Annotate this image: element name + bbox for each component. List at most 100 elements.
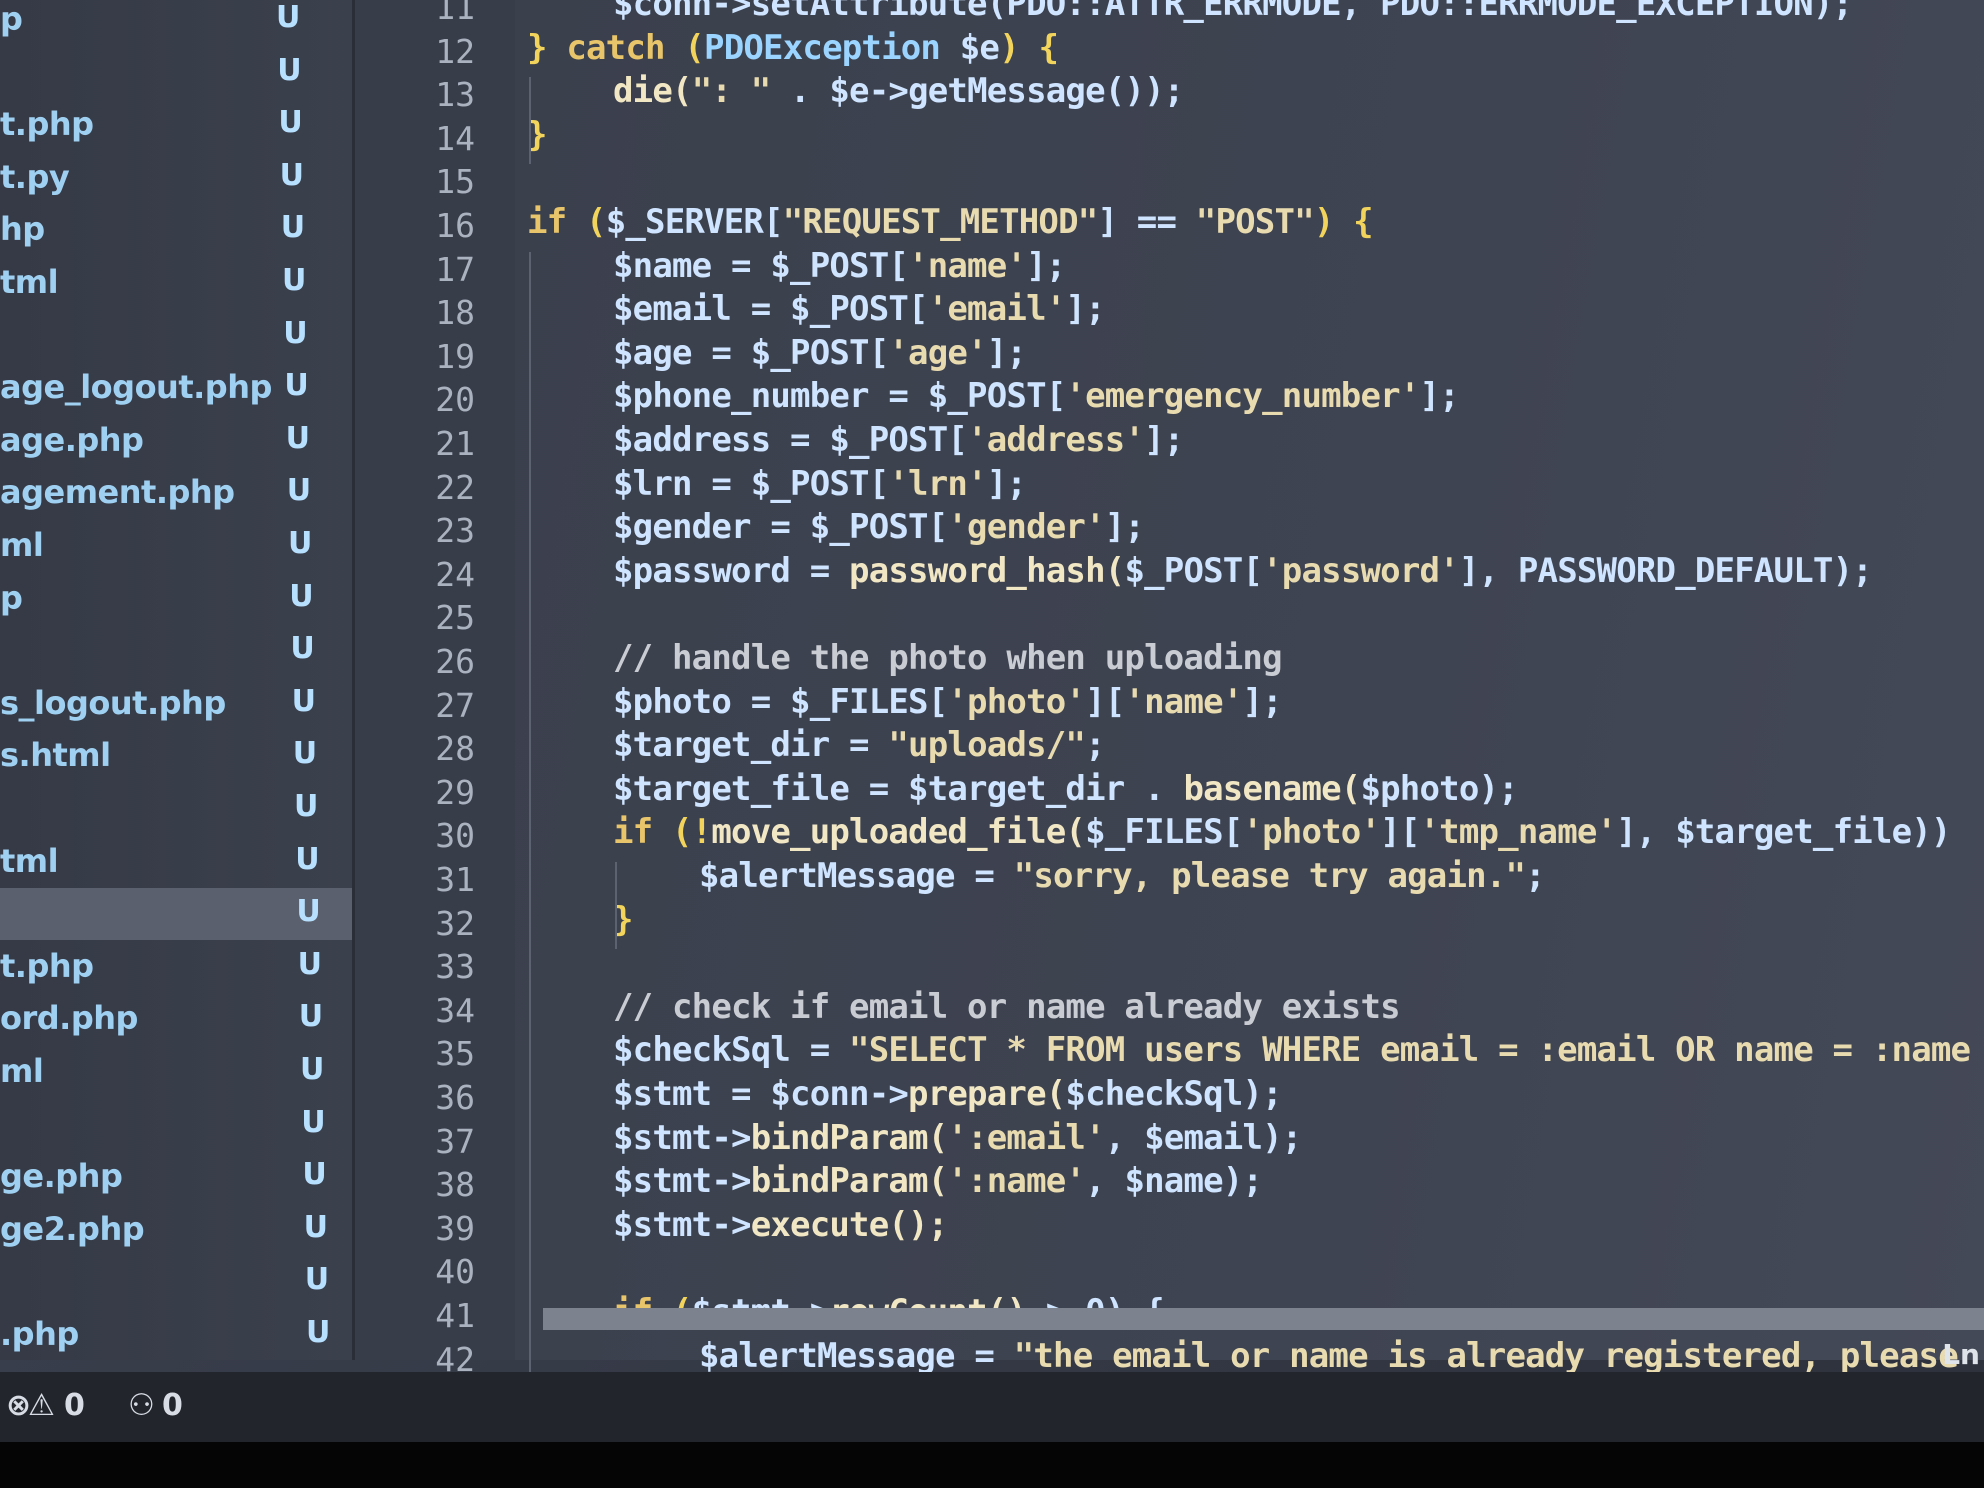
code-line[interactable]: $gender = $_POST['gender']; <box>613 507 1145 547</box>
git-untracked-badge: U <box>284 368 309 404</box>
code-token: execute(); <box>750 1204 949 1245</box>
sidebar-file-name: age.php <box>0 420 144 459</box>
code-line[interactable]: $stmt = $conn->prepare($checkSql); <box>613 1074 1283 1114</box>
line-number: 11 <box>435 0 475 27</box>
code-token: ]; <box>1065 289 1105 330</box>
code-line[interactable]: $photo = $_FILES['photo']['name']; <box>613 681 1283 722</box>
line-number: 13 <box>435 75 475 115</box>
code-token: $address = $_POST[ <box>613 420 968 460</box>
sidebar-file-row[interactable]: s.html U <box>0 730 352 782</box>
sidebar-file-row[interactable]: t.php U <box>0 99 352 151</box>
explorer-sidebar[interactable]: p U Ut.php Ut.py Uhp Utml U Uage_logout.php Uage… <box>0 0 355 1360</box>
code-line[interactable]: $phone_number = $_POST['emergency_number… <box>613 376 1460 417</box>
sidebar-file-row[interactable]: t.php U <box>0 941 352 993</box>
sidebar-file-row[interactable]: .php U <box>0 1309 352 1361</box>
sidebar-file-row[interactable]: U <box>0 888 352 941</box>
sidebar-file-row[interactable]: age.php U <box>0 415 352 467</box>
code-editor[interactable]: $conn->setAttribute(PDO::ATTR_ERRMODE, P… <box>515 0 1984 1386</box>
code-token: if <box>613 812 673 853</box>
sidebar-file-name: t.php <box>0 105 94 144</box>
code-line[interactable]: $lrn = $_POST['lrn']; <box>613 464 1027 504</box>
code-token: } <box>527 27 567 68</box>
code-line[interactable]: die(": " . $e->getMessage()); <box>613 71 1184 111</box>
code-line[interactable]: $alertMessage = "sorry, please try again… <box>699 856 1546 896</box>
code-token: ]; <box>1144 420 1184 460</box>
code-line[interactable]: $target_dir = "uploads/"; <box>613 725 1106 765</box>
code-token: ]; <box>1419 376 1459 417</box>
horizontal-scrollbar[interactable] <box>543 1308 1984 1330</box>
sidebar-file-name: s.html <box>0 736 111 775</box>
sidebar-file-row[interactable]: U <box>0 1256 352 1308</box>
code-line[interactable]: // check if email or name already exists <box>613 986 1401 1027</box>
code-line[interactable]: $password = password_hash($_POST['passwo… <box>613 550 1873 591</box>
cursor-position-label[interactable]: Ln <box>1942 1338 1980 1371</box>
code-line[interactable]: if ($_SERVER["REQUEST_METHOD"] == "POST"… <box>527 202 1374 242</box>
sidebar-file-row[interactable]: ord.php U <box>0 993 352 1045</box>
code-line[interactable]: $age = $_POST['age']; <box>613 332 1027 373</box>
sidebar-file-row[interactable]: pU <box>0 0 352 46</box>
code-line[interactable]: $stmt->execute(); <box>613 1204 949 1245</box>
code-line[interactable]: } catch (PDOException $e) { <box>527 27 1059 68</box>
line-number: 34 <box>435 990 475 1030</box>
sidebar-file-name: .php <box>0 1315 79 1353</box>
line-number: 31 <box>435 860 475 899</box>
line-number: 39 <box>435 1208 475 1248</box>
code-line[interactable]: $stmt->bindParam(':name', $name); <box>613 1161 1263 1201</box>
code-line[interactable]: $target_file = $target_dir . basename($p… <box>613 768 1519 809</box>
sidebar-file-row[interactable]: ml U <box>0 1046 352 1098</box>
git-untracked-badge: U <box>276 0 301 35</box>
code-line[interactable]: $alertMessage = "the email or name is al… <box>699 1336 1959 1376</box>
code-token: $email = $_POST[ <box>613 289 929 330</box>
code-line[interactable]: $address = $_POST['address']; <box>613 420 1184 460</box>
warning-count[interactable]: 0 <box>64 1388 85 1423</box>
code-token: ][ <box>1085 681 1125 722</box>
line-number: 22 <box>435 467 475 507</box>
sidebar-file-row[interactable]: hp U <box>0 204 352 256</box>
code-line[interactable]: $name = $_POST['name']; <box>613 246 1066 286</box>
sidebar-file-row[interactable]: U <box>0 310 352 362</box>
code-token: 'age' <box>888 332 987 373</box>
code-line[interactable]: if (!move_uploaded_file($_FILES['photo']… <box>613 812 1951 852</box>
code-token: ( <box>586 202 606 242</box>
sidebar-file-row[interactable]: tml U <box>0 836 352 888</box>
sidebar-file-row[interactable]: U <box>0 47 352 99</box>
code-token: $stmt = $conn-> <box>613 1074 909 1114</box>
line-number-gutter: 11 12 13 14 15 16 17 18 19 20 21 22 23 24 25 26 27 28 29 30… <box>355 0 515 1379</box>
ports-count[interactable]: 0 <box>162 1388 183 1423</box>
warning-icon[interactable]: ⚠ <box>28 1388 55 1423</box>
code-line[interactable]: $checkSql = "SELECT * FROM users WHERE e… <box>613 1030 1971 1070</box>
sidebar-file-row[interactable]: pU <box>0 573 352 625</box>
sidebar-file-row[interactable]: s_logout.php U <box>0 678 352 730</box>
sidebar-file-row[interactable]: ge.php U <box>0 1151 352 1203</box>
code-token: ':email' <box>947 1117 1105 1158</box>
code-token: // check if email or name already exists <box>613 986 1401 1027</box>
code-line[interactable]: $stmt->bindParam(':email', $email); <box>613 1117 1303 1158</box>
code-line[interactable]: $conn->setAttribute(PDO::ATTR_ERRMODE, P… <box>613 0 1853 24</box>
code-token: "POST" <box>1195 202 1315 242</box>
sidebar-file-row[interactable]: age_logout.php U <box>0 362 352 414</box>
sidebar-file-row[interactable]: tml U <box>0 257 352 309</box>
git-untracked-badge: U <box>289 578 314 614</box>
code-token: prepare( <box>908 1074 1066 1114</box>
ports-icon[interactable]: ⚇ <box>128 1388 155 1423</box>
sidebar-file-row[interactable]: t.py U <box>0 152 352 204</box>
code-token: $stmt-> <box>613 1204 752 1245</box>
indent-guide <box>615 862 617 950</box>
code-line[interactable]: $email = $_POST['email']; <box>613 289 1106 330</box>
git-untracked-badge: U <box>280 210 306 246</box>
sidebar-file-row[interactable]: ge2.php U <box>0 1204 352 1256</box>
code-token: "REQUEST_METHOD" <box>782 202 1099 242</box>
code-token: , $email); <box>1104 1117 1303 1158</box>
sidebar-file-row[interactable]: ml U <box>0 520 352 572</box>
sidebar-file-row[interactable]: U <box>0 625 352 677</box>
line-number: 26 <box>435 642 475 681</box>
code-token: $photo); <box>1360 768 1518 809</box>
sidebar-file-row[interactable]: U <box>0 1099 352 1151</box>
code-line[interactable]: // handle the photo when uploading <box>613 638 1283 678</box>
line-number: 41 <box>435 1296 475 1335</box>
indent-guide <box>529 251 531 1386</box>
sidebar-file-row[interactable]: agement.php U <box>0 467 352 519</box>
code-token: ) { <box>999 27 1059 68</box>
sidebar-file-row[interactable]: U <box>0 783 352 835</box>
code-token: ], PASSWORD_DEFAULT); <box>1458 550 1873 591</box>
